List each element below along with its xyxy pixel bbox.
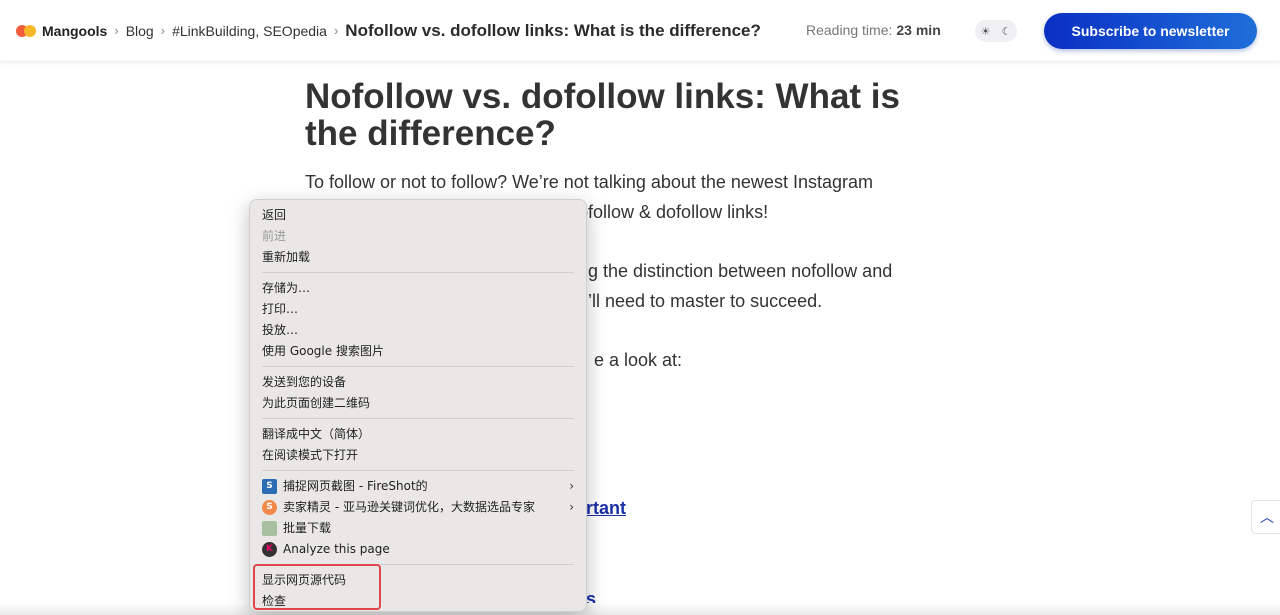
paragraph: To follow or not to follow? We’re not ta… (305, 172, 873, 192)
menu-item-cast[interactable]: 投放… (262, 320, 574, 341)
chevron-right-icon: › (160, 23, 166, 38)
k-extension-icon: K (262, 542, 277, 557)
menu-item-google-image-search[interactable]: 使用 Google 搜索图片 (262, 341, 574, 362)
subscribe-button[interactable]: Subscribe to newsletter (1044, 13, 1257, 49)
highlight-box (253, 564, 381, 610)
menu-item-fireshot[interactable]: S 捕捉网页截图 - FireShot的 › (262, 476, 574, 497)
logo-icon (16, 23, 38, 39)
menu-item-print[interactable]: 打印… (262, 299, 574, 320)
reading-label: Reading time: (806, 22, 893, 38)
chevron-right-icon: › (333, 23, 339, 38)
scroll-top-button[interactable]: ︿ (1251, 500, 1280, 534)
menu-item-reload[interactable]: 重新加载 (262, 247, 574, 268)
menu-label: 捕捉网页截图 - FireShot的 (283, 479, 428, 493)
menu-item-analyze-page[interactable]: K Analyze this page (262, 539, 574, 560)
menu-item-back[interactable]: 返回 (262, 205, 574, 226)
paragraph: e a look at: (594, 350, 683, 370)
menu-item-qr-code[interactable]: 为此页面创建二维码 (262, 393, 574, 414)
menu-item-forward: 前进 (262, 229, 287, 243)
menu-item-save-as[interactable]: 存储为… (262, 278, 574, 299)
sun-icon[interactable]: ☀ (981, 25, 991, 38)
breadcrumb-current: Nofollow vs. dofollow links: What is the… (345, 20, 761, 40)
divider (262, 272, 574, 273)
menu-item-translate[interactable]: 翻译成中文（简体） (262, 424, 574, 445)
menu-item-send-to-device[interactable]: 发送到您的设备 (262, 372, 574, 393)
menu-item-sellersprite[interactable]: S 卖家精灵 - 亚马逊关键词优化，大数据选品专家 › (262, 497, 574, 518)
paragraph: ofollow & dofollow links! (578, 202, 769, 222)
theme-toggle[interactable]: ☀ ☾ (975, 20, 1017, 42)
divider (262, 418, 574, 419)
reading-time: Reading time: 23 min (806, 22, 941, 38)
menu-label: 卖家精灵 - 亚马逊关键词优化，大数据选品专家 (283, 500, 535, 514)
reading-value: 23 min (896, 22, 941, 38)
sellersprite-icon: S (262, 500, 277, 515)
paragraph: u’ll need to master to succeed. (578, 291, 823, 311)
bottom-shadow (0, 603, 1280, 615)
divider (262, 366, 574, 367)
chevron-up-icon: ︿ (1260, 509, 1274, 525)
breadcrumb-blog[interactable]: Blog (126, 23, 154, 39)
logo-text: Mangools (42, 22, 108, 39)
chevron-right-icon: › (114, 23, 119, 38)
chevron-right-icon: › (569, 500, 574, 514)
menu-item-batch-download[interactable]: 批量下载 (262, 518, 574, 539)
breadcrumb-category[interactable]: #LinkBuilding, SEOpedia (172, 23, 327, 39)
fireshot-icon: S (262, 479, 277, 494)
menu-label: 批量下载 (283, 521, 332, 535)
toc-link[interactable]: rtant (586, 498, 626, 519)
chevron-right-icon: › (569, 479, 574, 493)
paragraph: ng the distinction between nofollow and (578, 261, 893, 281)
moon-icon[interactable]: ☾ (1002, 25, 1012, 38)
menu-item-reading-mode[interactable]: 在阅读模式下打开 (262, 445, 574, 466)
article-title: Nofollow vs. dofollow links: What is the… (305, 77, 900, 153)
context-menu: 返回 前进 重新加载 存储为… 打印… 投放… 使用 Google 搜索图片 发… (249, 199, 587, 612)
mangools-logo[interactable]: Mangools (16, 23, 107, 39)
image-download-icon (262, 521, 277, 536)
divider (262, 470, 574, 471)
menu-label: Analyze this page (283, 542, 390, 556)
